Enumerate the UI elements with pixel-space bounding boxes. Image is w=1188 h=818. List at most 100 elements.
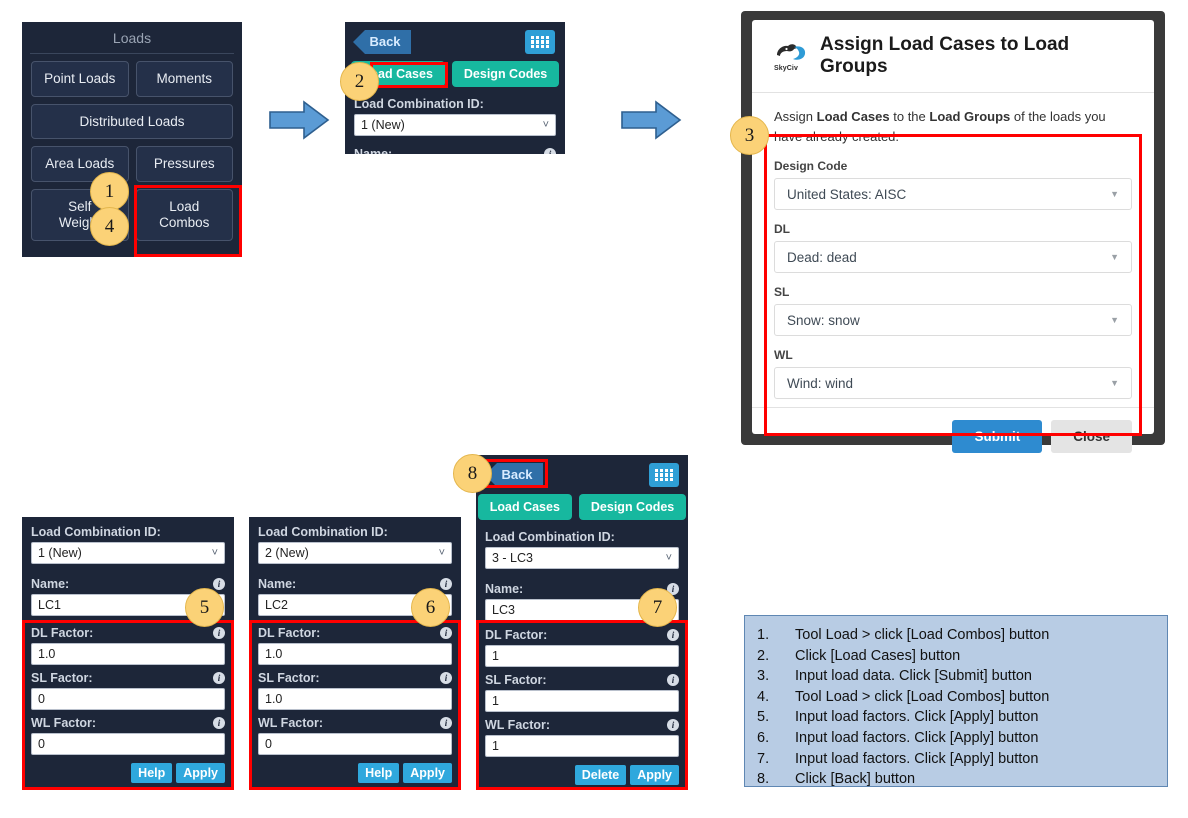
lc1-wl-input[interactable]: 0: [31, 733, 225, 755]
info-icon[interactable]: i: [213, 672, 225, 684]
info-icon[interactable]: i: [213, 627, 225, 639]
help-button[interactable]: Help: [358, 763, 400, 783]
loads-panel: Loads Point Loads Moments Distributed Lo…: [22, 22, 242, 257]
list-item: 3. Input load data. Click [Submit] butto…: [757, 666, 1155, 687]
info-icon[interactable]: i: [440, 672, 452, 684]
lc1-id-select[interactable]: 1 (New) ˅: [31, 542, 225, 564]
badge-3: 3: [730, 116, 769, 155]
lc2-dl-label-text: DL Factor:: [258, 626, 321, 640]
info-icon[interactable]: i: [544, 148, 556, 154]
chevron-down-icon: ˅: [665, 552, 672, 564]
step-number: 2.: [757, 647, 770, 664]
lc1-actions: Help Apply: [31, 755, 225, 783]
lc2-dl-input[interactable]: 1.0: [258, 643, 452, 665]
sl-select[interactable]: Snow: snow ▼: [774, 304, 1132, 337]
lc3-sl-label: SL Factor: i: [485, 667, 679, 690]
lc3-toolbar: Back: [476, 455, 688, 487]
lc3-id-label-text: Load Combination ID:: [485, 530, 615, 544]
lc3-tabs: Load Cases Design Codes: [476, 487, 688, 524]
lc3-id-value: 3 - LC3: [492, 551, 533, 565]
desc-part-4: Load Groups: [929, 109, 1011, 124]
lc2-wl-label: WL Factor: i: [258, 710, 452, 733]
chevron-down-icon: ˅: [438, 547, 445, 559]
load-combos-button[interactable]: Load Combos: [135, 188, 233, 241]
lc2-name-value: LC2: [265, 598, 288, 612]
load-combo-panel-lc2: Load Combination ID: 2 (New) ˅ Name: i L…: [249, 517, 461, 790]
lc1-id-value: 1 (New): [38, 546, 82, 560]
dialog-header: SkyCiv Assign Load Cases to Load Groups: [752, 20, 1154, 93]
tab-design-codes[interactable]: Design Codes: [578, 494, 687, 520]
back-button[interactable]: Back: [485, 463, 543, 487]
tab-design-codes[interactable]: Design Codes: [451, 61, 560, 87]
close-button[interactable]: Close: [1051, 420, 1132, 454]
badge-8: 8: [453, 454, 492, 493]
lc2-id-value: 2 (New): [265, 546, 309, 560]
lc1-sl-input[interactable]: 0: [31, 688, 225, 710]
lc2-actions: Help Apply: [258, 755, 452, 783]
wl-label: WL: [774, 348, 793, 363]
info-icon[interactable]: i: [440, 627, 452, 639]
lc1-wl-label-text: WL Factor:: [31, 716, 97, 730]
table-grid-icon[interactable]: [649, 463, 679, 487]
step-number: 1.: [757, 627, 770, 643]
lc2-wl-input[interactable]: 0: [258, 733, 452, 755]
flow-arrow-1: [268, 100, 330, 140]
distributed-loads-button[interactable]: Distributed Loads: [31, 103, 233, 140]
lc3-dl-label-text: DL Factor:: [485, 628, 548, 642]
dl-value: Dead: dead: [787, 249, 857, 265]
lc1-dl-input[interactable]: 1.0: [31, 643, 225, 665]
table-grid-icon[interactable]: [525, 30, 555, 54]
sl-value: Snow: snow: [787, 312, 860, 328]
dialog-title: Assign Load Cases to Load Groups: [820, 34, 1070, 77]
tab-load-cases[interactable]: Load Cases: [477, 494, 572, 520]
combo-top-id-label-text: Load Combination ID:: [354, 97, 484, 111]
wl-select[interactable]: Wind: wind ▼: [774, 367, 1132, 400]
loads-row-2: Distributed Loads: [22, 97, 242, 140]
lc3-actions: Delete Apply: [485, 757, 679, 785]
dl-select[interactable]: Dead: dead ▼: [774, 241, 1132, 274]
apply-button[interactable]: Apply: [403, 763, 452, 783]
info-icon[interactable]: i: [213, 578, 225, 590]
step-number: 6.: [757, 729, 770, 746]
instructions-box: 1. Tool Load > click [Load Combos] butto…: [744, 615, 1168, 787]
flow-arrow-2: [620, 100, 682, 140]
info-icon[interactable]: i: [667, 674, 679, 686]
desc-part-1: Assign: [774, 109, 817, 124]
design-code-select[interactable]: United States: AISC ▼: [774, 178, 1132, 211]
lc2-sl-input[interactable]: 1.0: [258, 688, 452, 710]
lc1-id-label: Load Combination ID:: [31, 523, 225, 542]
apply-button[interactable]: Apply: [630, 765, 679, 785]
info-icon[interactable]: i: [667, 629, 679, 641]
lc1-id-label-text: Load Combination ID:: [31, 525, 161, 539]
delete-button[interactable]: Delete: [574, 765, 627, 785]
lc3-id-select[interactable]: 3 - LC3 ˅: [485, 547, 679, 569]
lc1-dl-label-text: DL Factor:: [31, 626, 94, 640]
help-button[interactable]: Help: [131, 763, 173, 783]
back-button[interactable]: Back: [353, 30, 411, 54]
badge-6: 6: [411, 588, 450, 627]
lc2-id-select[interactable]: 2 (New) ˅: [258, 542, 452, 564]
assign-load-cases-dialog: SkyCiv Assign Load Cases to Load Groups …: [752, 20, 1154, 454]
pressures-button[interactable]: Pressures: [135, 146, 233, 182]
loads-row-1: Point Loads Moments: [22, 54, 242, 97]
list-item: 1. Tool Load > click [Load Combos] butto…: [757, 625, 1155, 646]
lc1-sl-label: SL Factor: i: [31, 665, 225, 688]
lc3-dl-value: 1: [492, 649, 499, 663]
info-icon[interactable]: i: [667, 719, 679, 731]
lc1-sl-label-text: SL Factor:: [31, 671, 93, 685]
info-icon[interactable]: i: [440, 717, 452, 729]
info-icon[interactable]: i: [213, 717, 225, 729]
apply-button[interactable]: Apply: [176, 763, 225, 783]
submit-button[interactable]: Submit: [952, 420, 1043, 454]
combo-top-id-select[interactable]: 1 (New) ˅: [354, 114, 556, 136]
list-item: 5. Input load factors. Click [Apply] but…: [757, 707, 1155, 728]
info-icon[interactable]: i: [440, 578, 452, 590]
moments-button[interactable]: Moments: [135, 61, 233, 97]
lc3-wl-input[interactable]: 1: [485, 735, 679, 757]
lc3-dl-input[interactable]: 1: [485, 645, 679, 667]
point-loads-button[interactable]: Point Loads: [31, 61, 129, 97]
step-text: Input load factors. Click [Apply] button: [795, 750, 1039, 767]
step-number: 5.: [757, 709, 770, 726]
lc3-sl-input[interactable]: 1: [485, 690, 679, 712]
list-item: 8. Click [Back] button: [757, 769, 1155, 790]
